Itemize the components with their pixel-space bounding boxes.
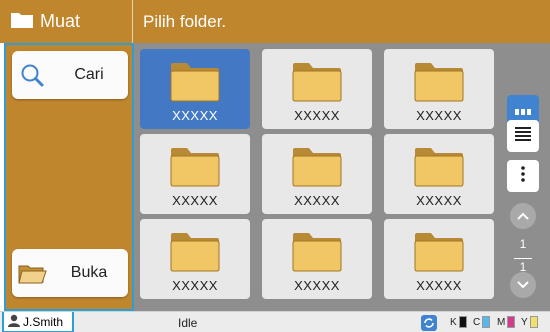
user-name: J.Smith — [23, 314, 64, 329]
ink-swatch — [482, 316, 491, 328]
folder-icon — [291, 231, 343, 278]
folder-tile[interactable]: XXXXX — [140, 219, 250, 299]
page-divider — [514, 258, 532, 259]
list-view-icon — [515, 126, 531, 146]
app-title-area: Muat — [0, 0, 132, 43]
folder-icon — [413, 231, 465, 278]
grid-view-icon — [515, 102, 531, 120]
folder-tile[interactable]: XXXXX — [262, 219, 372, 299]
folder-name: XXXXX — [172, 193, 218, 208]
more-options-button[interactable] — [507, 160, 539, 192]
folder-name: XXXXX — [172, 278, 218, 293]
folder-icon — [291, 61, 343, 108]
ink-swatch — [529, 316, 538, 328]
current-page: 1 — [519, 237, 527, 251]
user-badge[interactable]: J.Smith — [2, 312, 74, 332]
open-label: Buka — [70, 264, 108, 281]
ink-label: C — [473, 316, 481, 328]
ink-indicator: C — [473, 316, 491, 328]
ink-swatch — [507, 316, 516, 328]
folder-name: XXXXX — [172, 108, 218, 123]
ink-label: Y — [521, 316, 528, 328]
search-icon — [14, 62, 50, 88]
ink-label: K — [450, 316, 457, 328]
folder-icon — [10, 10, 34, 34]
page-subtitle: Pilih folder. — [132, 0, 550, 43]
folder-icon — [169, 231, 221, 278]
more-vertical-icon — [521, 165, 525, 187]
folder-tile[interactable]: XXXXX — [384, 49, 494, 129]
folder-icon — [169, 146, 221, 193]
page-up-button[interactable] — [510, 203, 536, 229]
status-bar: J.Smith Idle K C M Y — [0, 311, 550, 332]
folder-name: XXXXX — [294, 278, 340, 293]
folder-name: XXXXX — [294, 108, 340, 123]
sidebar: Cari Buka — [4, 43, 134, 311]
search-button[interactable]: Cari — [12, 51, 128, 99]
folder-tile[interactable]: XXXXX — [262, 134, 372, 214]
folder-icon — [291, 146, 343, 193]
device-status: Idle — [178, 316, 198, 330]
ink-indicator: K — [450, 316, 467, 328]
folder-icon — [413, 61, 465, 108]
folder-tile[interactable]: XXXXX — [140, 134, 250, 214]
title-bar: Muat Pilih folder. — [0, 0, 550, 43]
folder-name: XXXXX — [416, 278, 462, 293]
folder-name: XXXXX — [294, 193, 340, 208]
folder-icon — [413, 146, 465, 193]
folder-tile[interactable]: XXXXX — [384, 219, 494, 299]
user-icon — [8, 314, 20, 330]
ink-indicator: Y — [521, 316, 538, 328]
folder-name: XXXXX — [416, 108, 462, 123]
sync-icon — [421, 315, 437, 331]
ink-indicator: M — [497, 316, 516, 328]
chevron-up-icon — [517, 207, 529, 225]
page-down-button[interactable] — [510, 272, 536, 298]
folder-tile[interactable]: XXXXX — [384, 134, 494, 214]
chevron-down-icon — [517, 276, 529, 294]
list-view-button[interactable] — [507, 120, 539, 152]
open-button[interactable]: Buka — [12, 249, 128, 297]
folder-tile[interactable]: XXXXX — [262, 49, 372, 129]
view-toolbar: 1 1 — [496, 43, 550, 311]
ink-swatch — [458, 316, 467, 328]
folder-icon — [169, 61, 221, 108]
ink-label: M — [497, 316, 506, 328]
folder-grid: XXXXX XXXXX XXXXX XXXXX XXXXX XXXXX XXXXX XXXXX… — [134, 43, 496, 311]
search-label: Cari — [74, 66, 104, 83]
app-title: Muat — [40, 11, 81, 31]
folder-tile[interactable]: XXXXX — [140, 49, 250, 129]
folder-name: XXXXX — [416, 193, 462, 208]
open-folder-icon — [14, 261, 50, 285]
